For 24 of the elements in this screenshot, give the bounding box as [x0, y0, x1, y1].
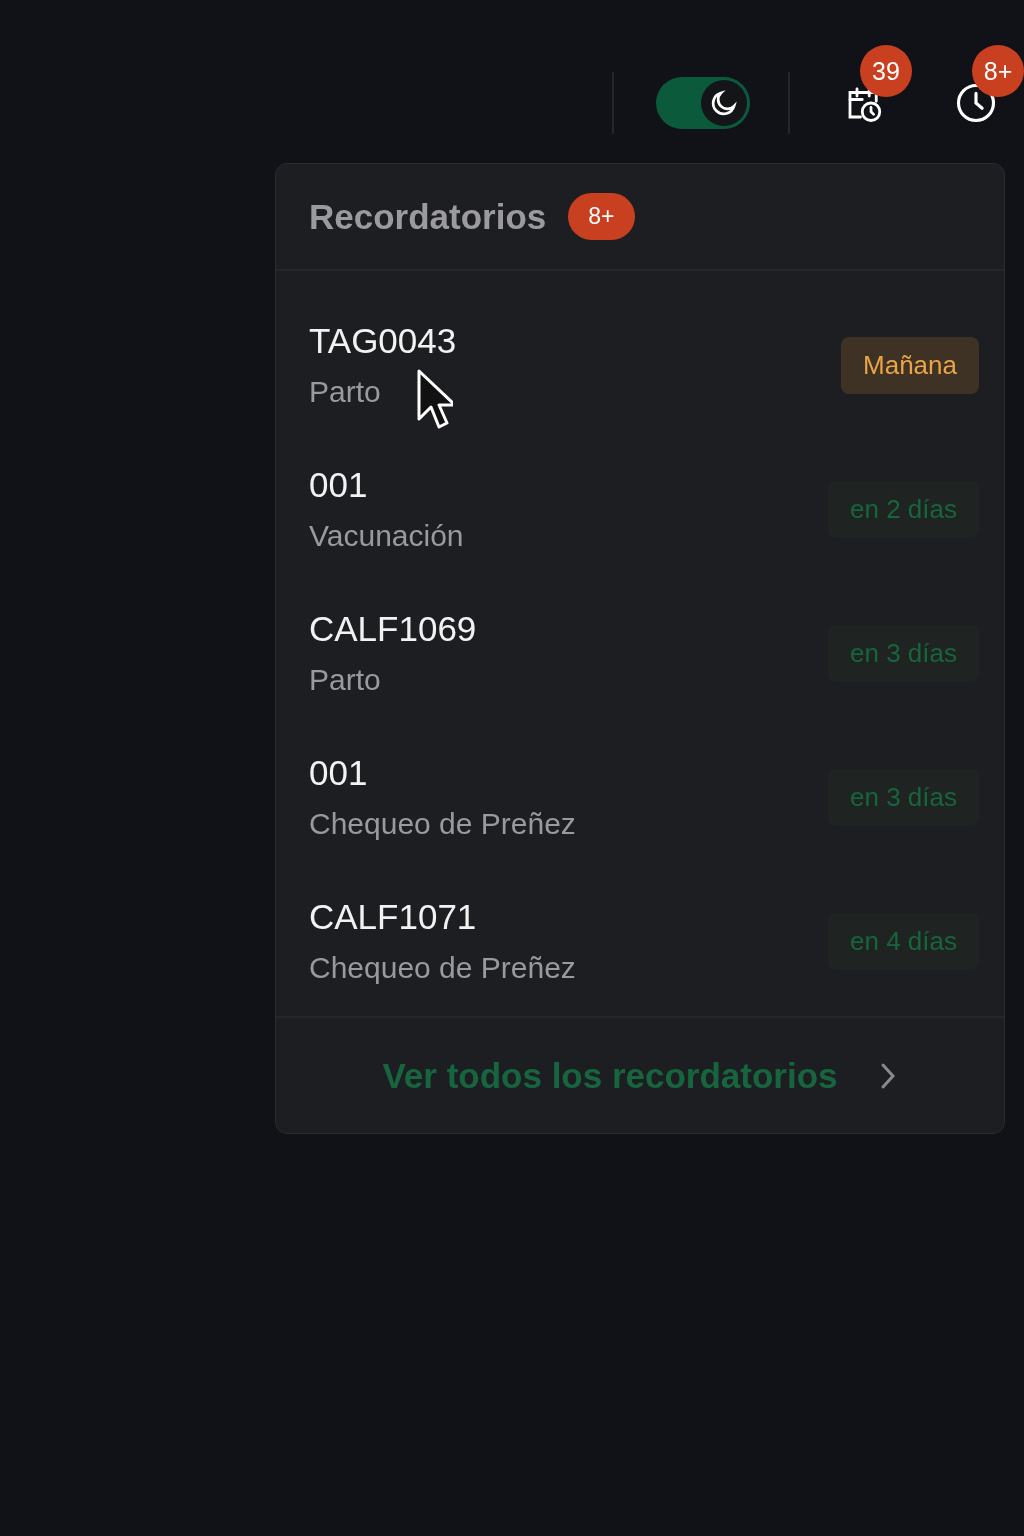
reminder-tag: 001 — [309, 465, 368, 505]
notification-badge: 8+ — [972, 45, 1024, 97]
reminder-event: Parto — [309, 663, 381, 697]
reminder-tag: CALF1071 — [309, 897, 477, 937]
reminder-event: Chequeo de Preñez — [309, 807, 576, 841]
due-chip: en 3 días — [828, 624, 979, 682]
notification-badge: 39 — [860, 45, 912, 97]
clock-icon — [955, 82, 997, 124]
due-chip: en 3 días — [828, 768, 979, 826]
reminder-event: Parto — [309, 375, 381, 409]
count-badge: 8+ — [568, 193, 635, 240]
mouse-pointer-icon — [417, 369, 453, 431]
due-chip: en 4 días — [828, 912, 979, 970]
view-all-link[interactable]: Ver todos los recordatorios — [382, 1055, 838, 1096]
due-chip: Mañana — [841, 336, 979, 394]
dark-mode-toggle[interactable] — [656, 77, 750, 129]
reminder-tag: TAG0043 — [309, 321, 457, 361]
panel-title: Recordatorios — [309, 196, 547, 237]
reminder-tag: 001 — [309, 753, 368, 793]
reminder-event: Chequeo de Preñez — [309, 951, 576, 985]
reminder-tag: CALF1069 — [309, 609, 477, 649]
reminder-event: Vacunación — [309, 519, 464, 553]
moon-icon — [709, 88, 739, 118]
due-chip: en 2 días — [828, 480, 979, 538]
